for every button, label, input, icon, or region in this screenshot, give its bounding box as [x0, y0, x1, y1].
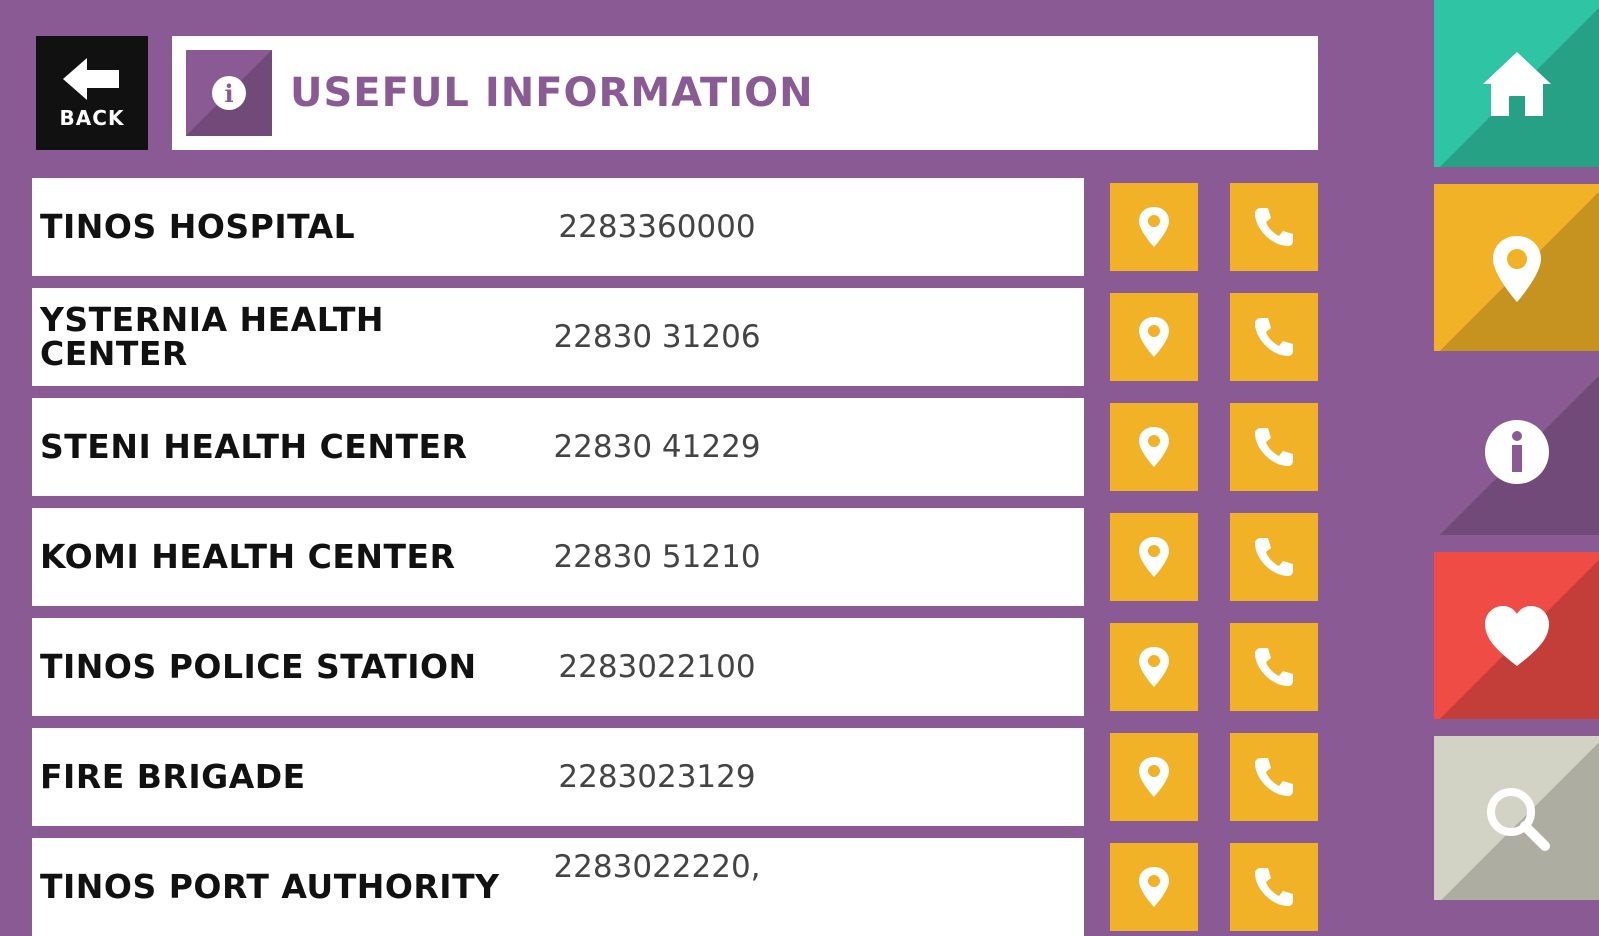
map-pin-icon	[1139, 207, 1169, 247]
map-pin-icon	[1139, 317, 1169, 357]
map-pin-icon	[1139, 867, 1169, 907]
phone-icon	[1255, 648, 1293, 686]
page-header: i USEFUL INFORMATION	[172, 36, 1318, 150]
map-button[interactable]	[1110, 513, 1198, 601]
map-button[interactable]	[1110, 843, 1198, 931]
phone-icon	[1255, 868, 1293, 906]
entry-phone: 2283360000	[558, 209, 756, 245]
map-button[interactable]	[1110, 403, 1198, 491]
entry-name: TINOS HOSPITAL	[40, 207, 356, 246]
list-item: TINOS HOSPITAL 2283360000	[32, 178, 1084, 276]
back-button[interactable]: BACK	[36, 36, 148, 150]
call-button[interactable]	[1230, 513, 1318, 601]
list-item: STENI HEALTH CENTER 22830 41229	[32, 398, 1084, 496]
list-item: FIRE BRIGADE 2283023129	[32, 728, 1084, 826]
page-title: USEFUL INFORMATION	[290, 70, 814, 116]
entry-name: KOMI HEALTH CENTER	[40, 537, 456, 576]
entry-name: STENI HEALTH CENTER	[40, 427, 468, 466]
map-button[interactable]	[1110, 183, 1198, 271]
search-icon	[1486, 788, 1550, 851]
list-item: KOMI HEALTH CENTER 22830 51210	[32, 508, 1084, 606]
map-button[interactable]	[1110, 623, 1198, 711]
entry-phone: 22830 41229	[553, 429, 761, 465]
sidebar-info-button[interactable]	[1434, 368, 1599, 535]
call-button[interactable]	[1230, 623, 1318, 711]
map-pin-icon	[1139, 647, 1169, 687]
entry-phone: 2283022220,	[553, 849, 761, 885]
phone-icon	[1255, 318, 1293, 356]
call-button[interactable]	[1230, 843, 1318, 931]
phone-icon	[1255, 538, 1293, 576]
call-button[interactable]	[1230, 733, 1318, 821]
sidebar-search-button[interactable]	[1434, 736, 1599, 900]
sidebar-map-button[interactable]	[1434, 184, 1599, 351]
map-pin-icon	[1492, 235, 1541, 302]
info-icon	[1484, 419, 1549, 484]
entry-name: TINOS PORT AUTHORITY	[40, 867, 500, 906]
map-pin-icon	[1139, 757, 1169, 797]
list-item: YSTERNIA HEALTH CENTER 22830 31206	[32, 288, 1084, 386]
list-item: TINOS POLICE STATION 2283022100	[32, 618, 1084, 716]
map-button[interactable]	[1110, 293, 1198, 381]
sidebar-home-button[interactable]	[1434, 0, 1599, 167]
entry-name: FIRE BRIGADE	[40, 757, 306, 796]
entry-phone: 2283022100	[558, 649, 756, 685]
map-pin-icon	[1139, 427, 1169, 467]
back-label: BACK	[59, 106, 125, 130]
list-item: TINOS PORT AUTHORITY 2283022220,	[32, 838, 1084, 936]
entry-phone: 2283023129	[558, 759, 756, 795]
phone-icon	[1255, 428, 1293, 466]
map-pin-icon	[1139, 537, 1169, 577]
phone-icon	[1255, 758, 1293, 796]
map-button[interactable]	[1110, 733, 1198, 821]
entry-phone: 22830 51210	[553, 539, 761, 575]
back-arrow-icon	[63, 58, 119, 100]
info-icon: i	[186, 50, 272, 136]
call-button[interactable]	[1230, 293, 1318, 381]
sidebar-favorites-button[interactable]	[1434, 552, 1599, 719]
heart-icon	[1484, 605, 1549, 666]
phone-icon	[1255, 208, 1293, 246]
entry-phone: 22830 31206	[553, 319, 761, 355]
entry-name: YSTERNIA HEALTH CENTER	[40, 300, 384, 373]
call-button[interactable]	[1230, 183, 1318, 271]
entry-name: TINOS POLICE STATION	[40, 647, 477, 686]
call-button[interactable]	[1230, 403, 1318, 491]
home-icon	[1482, 51, 1551, 116]
